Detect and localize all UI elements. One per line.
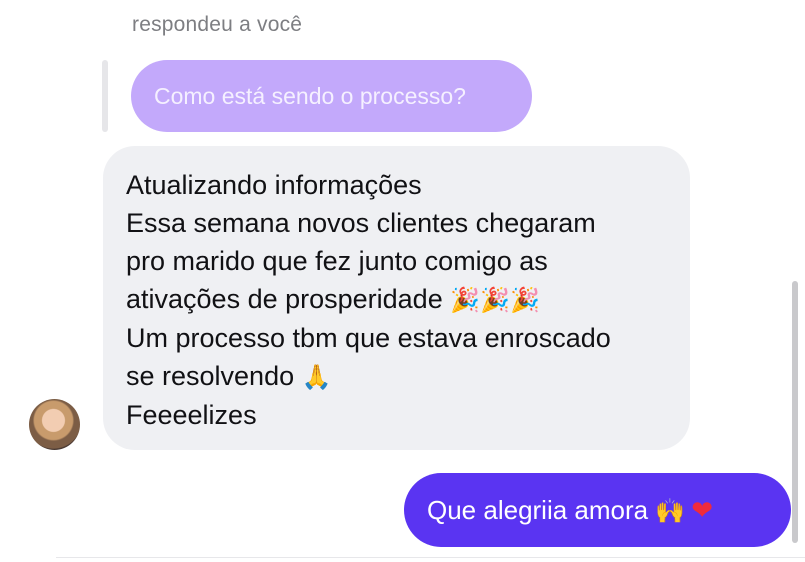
divider	[56, 557, 805, 558]
message-line: Feeeelizes	[126, 400, 257, 430]
message-line: ativações de prosperidade 🎉🎉🎉	[126, 284, 540, 314]
incoming-message-bubble[interactable]: Atualizando informações Essa semana novo…	[103, 146, 690, 450]
raising-hands-emoji: 🙌	[655, 496, 686, 525]
reply-context-label: respondeu a você	[132, 13, 303, 36]
scrollbar[interactable]	[792, 281, 798, 543]
message-line: pro marido que fez junto comigo as	[126, 246, 548, 276]
reply-indicator-bar	[102, 60, 108, 132]
party-popper-emoji: 🎉🎉🎉	[450, 286, 540, 314]
outgoing-message-text: Que alegriia amora 🙌	[427, 494, 686, 525]
chat-thread: respondeu a você Como está sendo o proce…	[0, 0, 805, 562]
praying-hands-emoji: 🙏	[301, 363, 332, 391]
message-line: Um processo tbm que estava enroscado	[126, 323, 611, 353]
message-line: Atualizando informações	[126, 170, 422, 200]
heart-icon: ❤	[691, 494, 714, 525]
quoted-message-bubble[interactable]: Como está sendo o processo?	[131, 60, 532, 132]
quoted-message-text: Como está sendo o processo?	[154, 82, 466, 109]
outgoing-message-bubble[interactable]: Que alegriia amora 🙌 ❤	[404, 473, 791, 547]
message-line: Essa semana novos clientes chegaram	[126, 208, 596, 238]
message-line: se resolvendo 🙏	[126, 361, 332, 391]
sender-avatar[interactable]	[29, 399, 80, 450]
